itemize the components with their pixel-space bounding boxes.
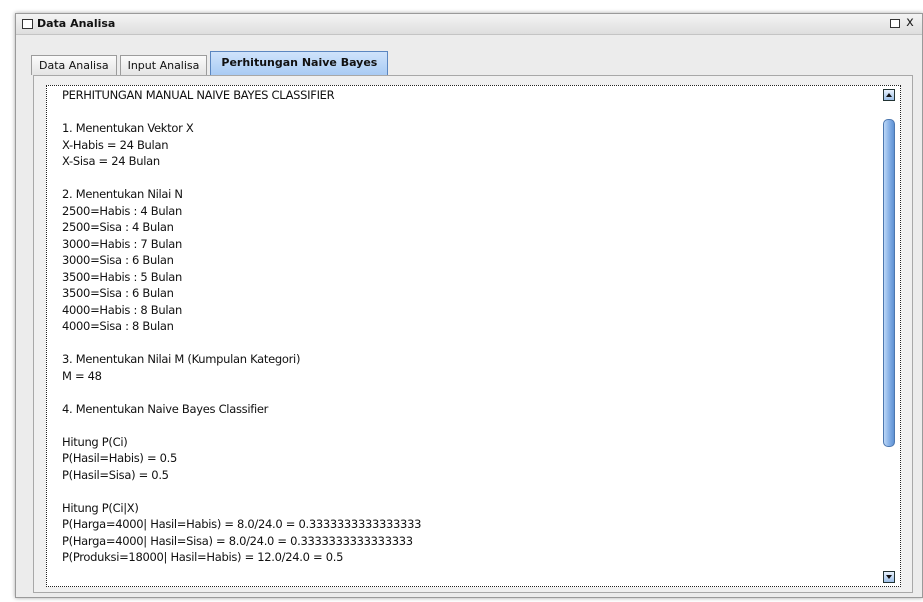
scroll-up-button[interactable] bbox=[883, 89, 895, 101]
tab-panel: PERHITUNGAN MANUAL NAIVE BAYES CLASSIFIE… bbox=[33, 75, 913, 593]
maximize-icon[interactable] bbox=[890, 19, 900, 28]
tab-perhitungan-naive-bayes[interactable]: Perhitungan Naive Bayes bbox=[210, 51, 389, 75]
vertical-scrollbar[interactable] bbox=[883, 89, 897, 583]
tab-input-analisa[interactable]: Input Analisa bbox=[119, 55, 208, 75]
arrow-up-icon bbox=[886, 93, 892, 97]
scroll-thumb[interactable] bbox=[883, 119, 895, 447]
data-analisa-window: Data Analisa x Data Analisa Input Analis… bbox=[15, 13, 923, 598]
result-text-area[interactable]: PERHITUNGAN MANUAL NAIVE BAYES CLASSIFIE… bbox=[46, 85, 901, 587]
scroll-down-button[interactable] bbox=[883, 571, 895, 583]
tab-bar: Data Analisa Input Analisa Perhitungan N… bbox=[31, 51, 391, 75]
close-icon[interactable]: x bbox=[903, 15, 917, 31]
arrow-down-icon bbox=[886, 575, 892, 579]
window-icon bbox=[22, 19, 33, 29]
title-bar[interactable]: Data Analisa x bbox=[16, 14, 922, 35]
tab-data-analisa[interactable]: Data Analisa bbox=[31, 55, 117, 75]
calculation-text: PERHITUNGAN MANUAL NAIVE BAYES CLASSIFIE… bbox=[62, 88, 422, 564]
window-title: Data Analisa bbox=[37, 17, 116, 30]
